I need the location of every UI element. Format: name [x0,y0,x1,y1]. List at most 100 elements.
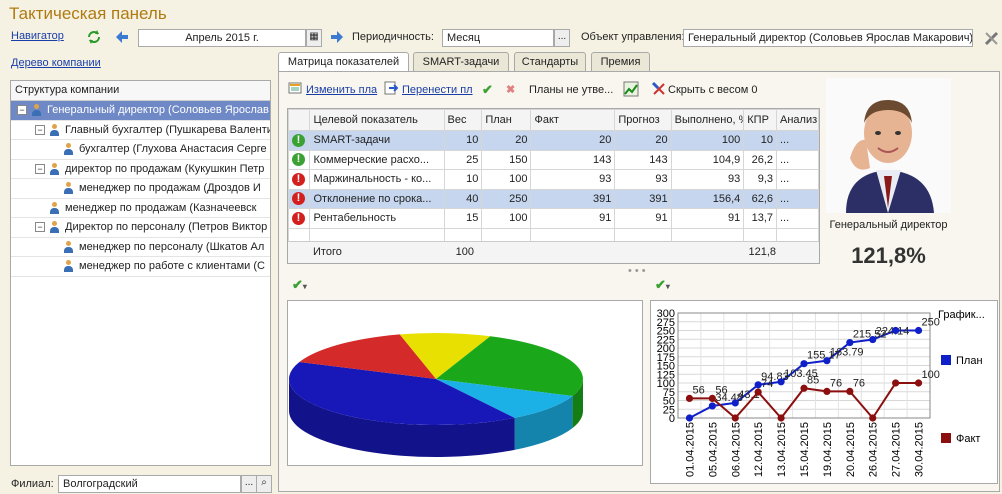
cell-fact[interactable]: 143 [530,149,616,170]
tree-node[interactable]: менеджер по продажам (Казначеевск [11,199,270,218]
cell-name[interactable]: Рентабельность [309,208,445,229]
tree-node[interactable]: бухгалтер (Глухова Анастасия Серге [11,140,270,160]
navigator-link[interactable]: Навигатор [11,30,64,42]
prev-period-arrow-icon[interactable] [115,30,129,47]
cell-done[interactable]: 91 [670,208,745,229]
cell-name[interactable]: Отклонение по срока... [309,188,445,209]
tree-toggle-icon[interactable]: − [35,124,45,135]
cell-weight[interactable]: 10 [443,130,483,151]
company-tree-link[interactable]: Дерево компании [11,57,101,69]
object-field[interactable]: Генеральный директор (Соловьев Ярослав М… [683,29,973,47]
cell-forecast[interactable]: 93 [614,169,672,190]
cell-kpr[interactable]: 26,2 [743,149,777,170]
move-plan-button[interactable]: Перенести пл [402,81,473,99]
col-status[interactable] [288,109,311,131]
cell-weight[interactable]: 25 [443,149,483,170]
next-period-arrow-icon[interactable] [330,30,344,47]
tab-smart[interactable]: SMART-задачи [413,52,509,72]
cell-done[interactable]: 100 [670,130,745,151]
col-analysis[interactable]: Анализ [776,109,819,131]
data-point[interactable] [869,414,877,422]
tab-matrix[interactable]: Матрица показателей [278,52,409,73]
cell-name[interactable]: SMART-задачи [309,130,445,151]
data-point[interactable] [892,379,900,387]
cell-fact[interactable]: 20 [530,130,616,151]
data-point[interactable] [892,326,900,335]
col-done[interactable]: Выполнено, % [670,109,745,131]
calendar-icon[interactable]: ▦ [306,29,322,47]
reject-x-icon[interactable]: ✖ [506,81,515,99]
tree-toggle-icon[interactable]: − [35,222,45,232]
cell-plan[interactable]: 100 [481,169,532,190]
tree-node[interactable]: − Генеральный директор (Соловьев Ярослав [11,101,270,121]
cell-fact[interactable]: 93 [530,169,616,190]
move-plan-icon[interactable] [384,81,399,99]
cell-weight[interactable]: 10 [443,169,483,190]
cell-weight[interactable]: 15 [443,208,483,229]
tree-toggle-icon[interactable]: − [17,105,27,115]
col-kpr[interactable]: КПР [743,109,777,131]
tree-node[interactable]: менеджер по персоналу (Шкатов Ал [11,238,270,257]
col-fact[interactable]: Факт [530,109,616,131]
cell-plan[interactable]: 20 [481,130,532,151]
cell-fact[interactable]: 91 [530,208,616,229]
refresh-icon[interactable] [86,29,102,45]
splitter-handle[interactable]: ••• [628,265,649,277]
cell-analysis[interactable]: ... [776,208,819,229]
line-settings-icon[interactable]: ✔▾ [655,277,670,293]
data-point[interactable] [685,414,694,422]
table-row[interactable]: ! SMART-задачи 10 20 20 20 100 10... [288,130,819,151]
cell-plan[interactable]: 100 [481,208,532,229]
cell-forecast[interactable]: 91 [614,208,672,229]
cell-kpr[interactable]: 9,3 [743,169,777,190]
tab-standards[interactable]: Стандарты [514,52,586,72]
cell-weight[interactable]: 40 [443,188,483,209]
tab-bonus[interactable]: Премия [591,52,650,72]
hide-weight-icon[interactable] [651,81,667,99]
tree-node[interactable]: − Директор по персоналу (Петров Виктор [11,218,270,238]
cell-analysis[interactable]: ... [776,188,819,209]
tree-node[interactable]: менеджер по работе с клиентами (С [11,257,270,277]
cell-fact[interactable]: 391 [530,188,616,209]
data-point[interactable] [777,414,785,422]
col-forecast[interactable]: Прогноз [614,109,672,131]
tools-icon[interactable] [983,29,1001,50]
cell-analysis[interactable]: ... [776,149,819,170]
cell-analysis[interactable]: ... [776,130,819,151]
table-row[interactable]: ! Рентабельность 15 100 91 91 91 13,7... [288,208,819,229]
cell-done[interactable]: 104,9 [670,149,745,170]
cell-forecast[interactable]: 143 [614,149,672,170]
col-kpi[interactable]: Целевой показатель [309,109,445,131]
tree-node[interactable]: менеджер по продажам (Дроздов И [11,179,270,199]
change-plan-button[interactable]: Изменить пла [306,81,377,99]
cell-name[interactable]: Коммерческие расхо... [309,149,445,170]
cell-kpr[interactable]: 10 [743,130,777,151]
cell-analysis[interactable]: ... [776,169,819,190]
cell-forecast[interactable]: 20 [614,130,672,151]
periodicity-select-button[interactable]: ... [554,29,570,47]
data-point[interactable] [731,414,739,422]
col-plan[interactable]: План [481,109,532,131]
company-structure-tree[interactable]: Структура компании − Генеральный директор… [10,80,271,466]
cell-plan[interactable]: 150 [481,149,532,170]
kpi-grid[interactable]: Целевой показатель Вес План Факт Прогноз… [287,108,820,264]
branch-field[interactable]: Волгоградский [58,475,241,493]
table-row[interactable]: ! Маржинальность - ко... 10 100 93 93 93 9,3... [288,169,819,190]
cell-kpr[interactable]: 62,6 [743,188,777,209]
branch-search-icon[interactable]: ⌕ [256,475,272,493]
hide-weight-button[interactable]: Скрыть с весом 0 [668,81,757,99]
periodicity-field[interactable]: Месяц [442,29,554,47]
cell-kpr[interactable]: 13,7 [743,208,777,229]
table-row[interactable]: ! Коммерческие расхо... 25 150 143 143 104,9 26… [288,149,819,170]
table-row[interactable]: ! Отклонение по срока... 40 250 391 391 156,4 6… [288,188,819,209]
cell-name[interactable]: Маржинальность - ко... [309,169,445,190]
cell-done[interactable]: 156,4 [670,188,745,209]
col-weight[interactable]: Вес [443,109,483,131]
cell-forecast[interactable]: 391 [614,188,672,209]
period-field[interactable]: Апрель 2015 г. [138,29,306,47]
change-plan-icon[interactable] [288,81,302,99]
tree-node[interactable]: − директор по продажам (Кукушкин Петр [11,160,270,179]
pie-settings-icon[interactable]: ✔▾ [292,277,307,293]
cell-done[interactable]: 93 [670,169,745,190]
approve-check-icon[interactable]: ✔ [482,81,493,99]
